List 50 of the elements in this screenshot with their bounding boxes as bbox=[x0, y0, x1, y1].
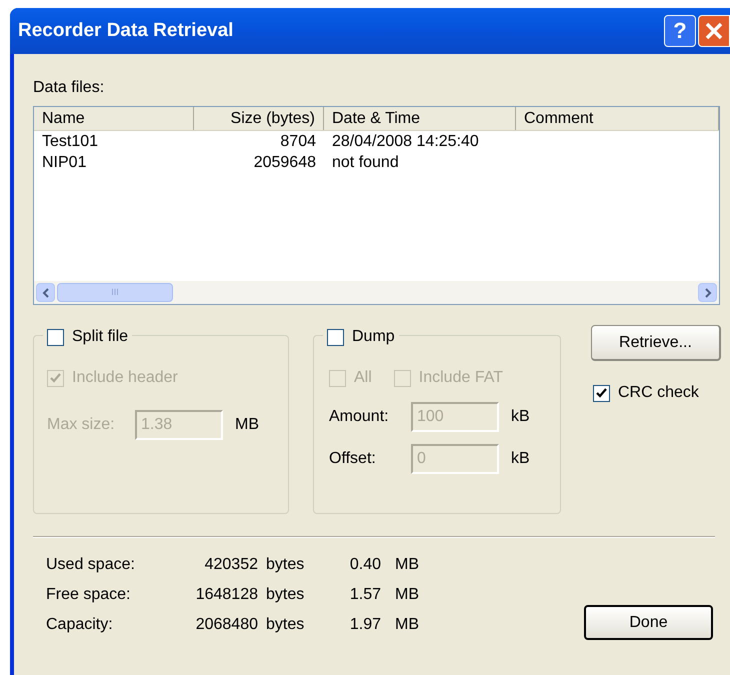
close-icon bbox=[705, 22, 723, 40]
stat-bytes: 420352 bbox=[204, 555, 258, 575]
field-label: Offset: bbox=[329, 449, 377, 469]
table-cell-text: not found bbox=[331, 152, 400, 172]
column-header[interactable]: Name bbox=[34, 107, 194, 130]
stat-unit: bytes bbox=[266, 585, 306, 605]
chevron-left-icon bbox=[42, 288, 50, 298]
scroll-left-button[interactable] bbox=[36, 283, 55, 302]
table-cell-text: 28/04/2008 14:25:40 bbox=[331, 132, 480, 152]
done-button[interactable]: Done bbox=[584, 605, 713, 640]
stat-unit: bytes bbox=[266, 555, 306, 575]
stat-megabytes: 0.40 bbox=[348, 555, 381, 575]
checkmark-icon bbox=[50, 373, 61, 383]
window-title: Recorder Data Retrieval bbox=[18, 18, 234, 43]
max-size-label: Max size: bbox=[47, 415, 116, 435]
checkbox-option[interactable]: CRC check bbox=[593, 381, 721, 405]
stat-label: Used space: bbox=[46, 555, 136, 575]
stat-unit: MB bbox=[395, 615, 419, 635]
scroll-right-button[interactable] bbox=[698, 283, 717, 302]
unit-label: MB bbox=[235, 415, 259, 435]
data-files-label: Data files: bbox=[33, 78, 106, 96]
help-button[interactable]: ? bbox=[664, 15, 696, 47]
unit-label: kB bbox=[511, 407, 530, 427]
stat-bytes: 1648128 bbox=[194, 585, 258, 605]
stat-bytes: 2068480 bbox=[194, 615, 258, 635]
chevron-right-icon bbox=[704, 288, 712, 298]
retrieve-button[interactable]: Retrieve... bbox=[591, 325, 721, 361]
table-cell-text: 2059648 bbox=[252, 152, 316, 172]
stat-label: Capacity: bbox=[46, 615, 114, 635]
stat-unit: bytes bbox=[266, 615, 306, 635]
column-header[interactable]: Date & Time bbox=[324, 107, 516, 130]
column-header[interactable]: Comment bbox=[516, 107, 719, 130]
stat-unit: MB bbox=[395, 585, 419, 605]
checkbox[interactable] bbox=[47, 328, 64, 346]
checkbox-option[interactable]: Dump bbox=[327, 325, 395, 349]
column-header[interactable]: Size (bytes) bbox=[194, 107, 324, 130]
table-cell-text: NIP01 bbox=[41, 152, 88, 172]
checkbox[interactable] bbox=[593, 384, 610, 402]
table-cell-text: Test101 bbox=[41, 132, 100, 152]
stat-label: Free space: bbox=[46, 585, 132, 605]
stat-megabytes: 1.97 bbox=[348, 615, 381, 635]
checkmark-icon bbox=[596, 388, 607, 398]
checkbox[interactable] bbox=[327, 328, 344, 346]
field-label: Amount: bbox=[329, 407, 390, 427]
table-cell-text: 8704 bbox=[279, 132, 316, 152]
unit-label: kB bbox=[511, 449, 530, 469]
stat-megabytes: 1.57 bbox=[348, 585, 381, 605]
checkbox-option[interactable]: Split file bbox=[47, 325, 128, 349]
close-button[interactable] bbox=[698, 15, 730, 47]
stat-unit: MB bbox=[395, 555, 419, 575]
